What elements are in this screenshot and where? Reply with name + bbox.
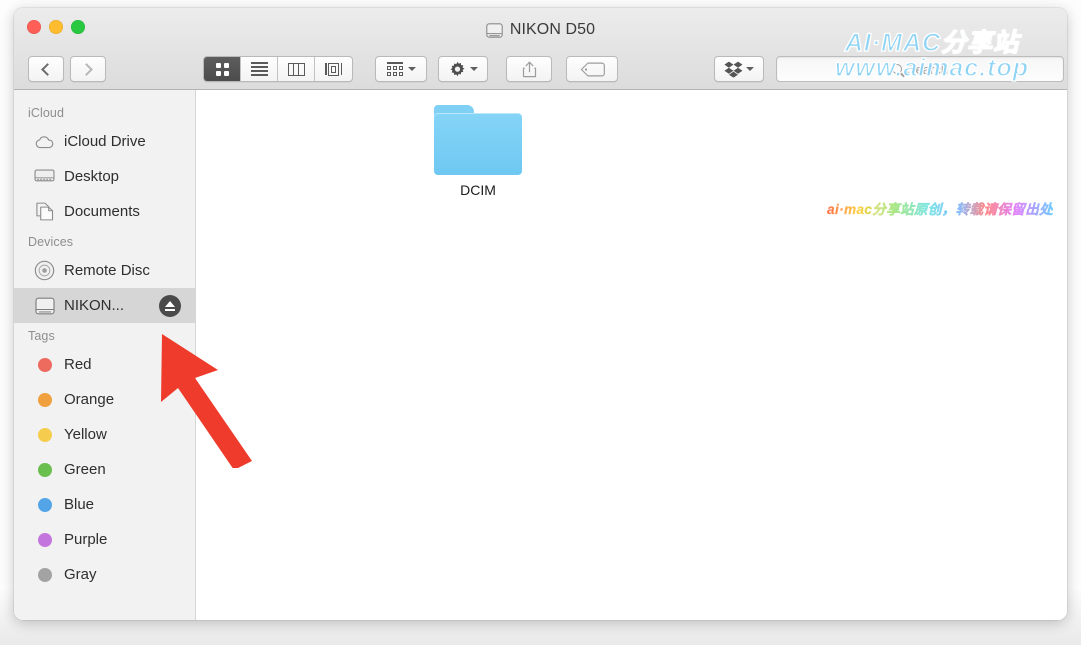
sidebar-item-tag-orange[interactable]: Orange — [14, 382, 195, 417]
window-body: iCloud iCloud Drive Desktop Documents De… — [14, 90, 1067, 620]
sidebar-item-label: Orange — [64, 391, 115, 408]
chevron-down-icon — [746, 67, 754, 71]
tag-dot-icon — [34, 354, 55, 375]
sidebar-item-label: Gray — [64, 566, 97, 583]
arrange-by-button[interactable] — [375, 56, 427, 82]
list-view-button[interactable] — [241, 57, 278, 81]
list-icon — [250, 62, 268, 76]
icon-view-button[interactable] — [204, 57, 241, 81]
window-title-text: NIKON D50 — [509, 21, 596, 38]
tag-dot-icon — [34, 564, 55, 585]
sidebar-item-tag-red[interactable]: Red — [14, 347, 195, 382]
external-drive-icon — [486, 22, 503, 38]
file-item-label: DCIM — [460, 182, 496, 198]
eject-button[interactable] — [159, 294, 181, 317]
sidebar-item-tag-green[interactable]: Green — [14, 452, 195, 487]
documents-icon — [34, 201, 55, 222]
external-drive-icon — [34, 295, 55, 316]
gallery-view-button[interactable] — [315, 57, 352, 81]
file-content-area[interactable]: DCIM ai·mac分享站原创，转载请保留出处 — [196, 90, 1067, 620]
tag-icon — [580, 62, 605, 76]
forward-button[interactable] — [70, 56, 106, 82]
sidebar-item-documents[interactable]: Documents — [14, 194, 195, 229]
window-title: NIKON D50 — [14, 21, 1067, 39]
sidebar-item-label: Desktop — [64, 168, 120, 185]
sidebar-item-tag-gray[interactable]: Gray — [14, 557, 195, 592]
chevron-right-icon — [80, 62, 93, 76]
search-placeholder: Search — [906, 61, 949, 77]
watermark-rainbow-text: ai·mac分享站原创，转载请保留出处 — [827, 198, 1053, 218]
sidebar-item-label: Documents — [64, 203, 140, 220]
chevron-down-icon — [407, 67, 416, 71]
sidebar-item-label: Purple — [64, 531, 108, 548]
sidebar-item-label: Yellow — [64, 426, 107, 443]
gear-icon — [450, 61, 464, 76]
tag-dot-icon — [34, 494, 55, 515]
toolbar: Search — [14, 50, 1067, 90]
sidebar-item-label: Blue — [64, 496, 95, 513]
sidebar-item-tag-yellow[interactable]: Yellow — [14, 417, 195, 452]
share-button[interactable] — [506, 56, 552, 82]
gallery-icon — [324, 62, 343, 76]
sidebar-item-label: Remote Disc — [64, 262, 150, 279]
tag-dot-icon — [34, 459, 55, 480]
tag-dot-icon — [34, 389, 55, 410]
view-mode-group — [203, 56, 353, 82]
finder-window: NIKON D50 Search iCloud iCloud Drive Des… — [14, 8, 1067, 620]
search-icon — [891, 64, 902, 74]
sidebar-item-tag-purple[interactable]: Purple — [14, 522, 195, 557]
tag-dot-icon — [34, 424, 55, 445]
grid-icon — [215, 62, 229, 76]
window-titlebar: NIKON D50 Search — [14, 8, 1067, 90]
sidebar-item-icloud-drive[interactable]: iCloud Drive — [14, 124, 195, 159]
chevron-down-icon — [469, 67, 478, 71]
sidebar-item-remote-disc[interactable]: Remote Disc — [14, 253, 195, 288]
edit-tags-button[interactable] — [566, 56, 618, 82]
columns-icon — [287, 62, 305, 76]
desktop-icon — [34, 166, 55, 187]
screenshot-root: NIKON D50 Search iCloud iCloud Drive Des… — [0, 0, 1081, 645]
dropbox-icon — [724, 61, 743, 78]
sidebar: iCloud iCloud Drive Desktop Documents De… — [14, 90, 196, 620]
back-button[interactable] — [28, 56, 64, 82]
disc-icon — [34, 260, 55, 281]
sidebar-item-tag-blue[interactable]: Blue — [14, 487, 195, 522]
sidebar-section-icloud-title: iCloud — [28, 106, 65, 120]
sidebar-item-nikon-d50[interactable]: NIKON... — [14, 288, 195, 323]
sidebar-item-desktop[interactable]: Desktop — [14, 159, 195, 194]
file-item-dcim[interactable]: DCIM — [418, 105, 538, 198]
action-menu-button[interactable] — [438, 56, 488, 82]
sidebar-item-label: iCloud Drive — [64, 133, 146, 150]
sidebar-item-label: Red — [64, 356, 92, 373]
folder-icon — [434, 105, 522, 175]
arrange-grid-icon — [386, 62, 403, 76]
cloud-icon — [34, 131, 55, 152]
sidebar-section-tags-title: Tags — [28, 329, 55, 343]
column-view-button[interactable] — [278, 57, 315, 81]
tag-dot-icon — [34, 529, 55, 550]
navigation-buttons — [28, 56, 106, 82]
search-input[interactable]: Search — [776, 56, 1064, 82]
sidebar-item-label: Green — [64, 461, 106, 478]
chevron-left-icon — [41, 62, 54, 76]
sidebar-item-label: NIKON... — [64, 297, 125, 314]
share-icon — [522, 61, 536, 77]
sidebar-section-devices-title: Devices — [28, 235, 74, 249]
dropbox-button[interactable] — [714, 56, 764, 82]
